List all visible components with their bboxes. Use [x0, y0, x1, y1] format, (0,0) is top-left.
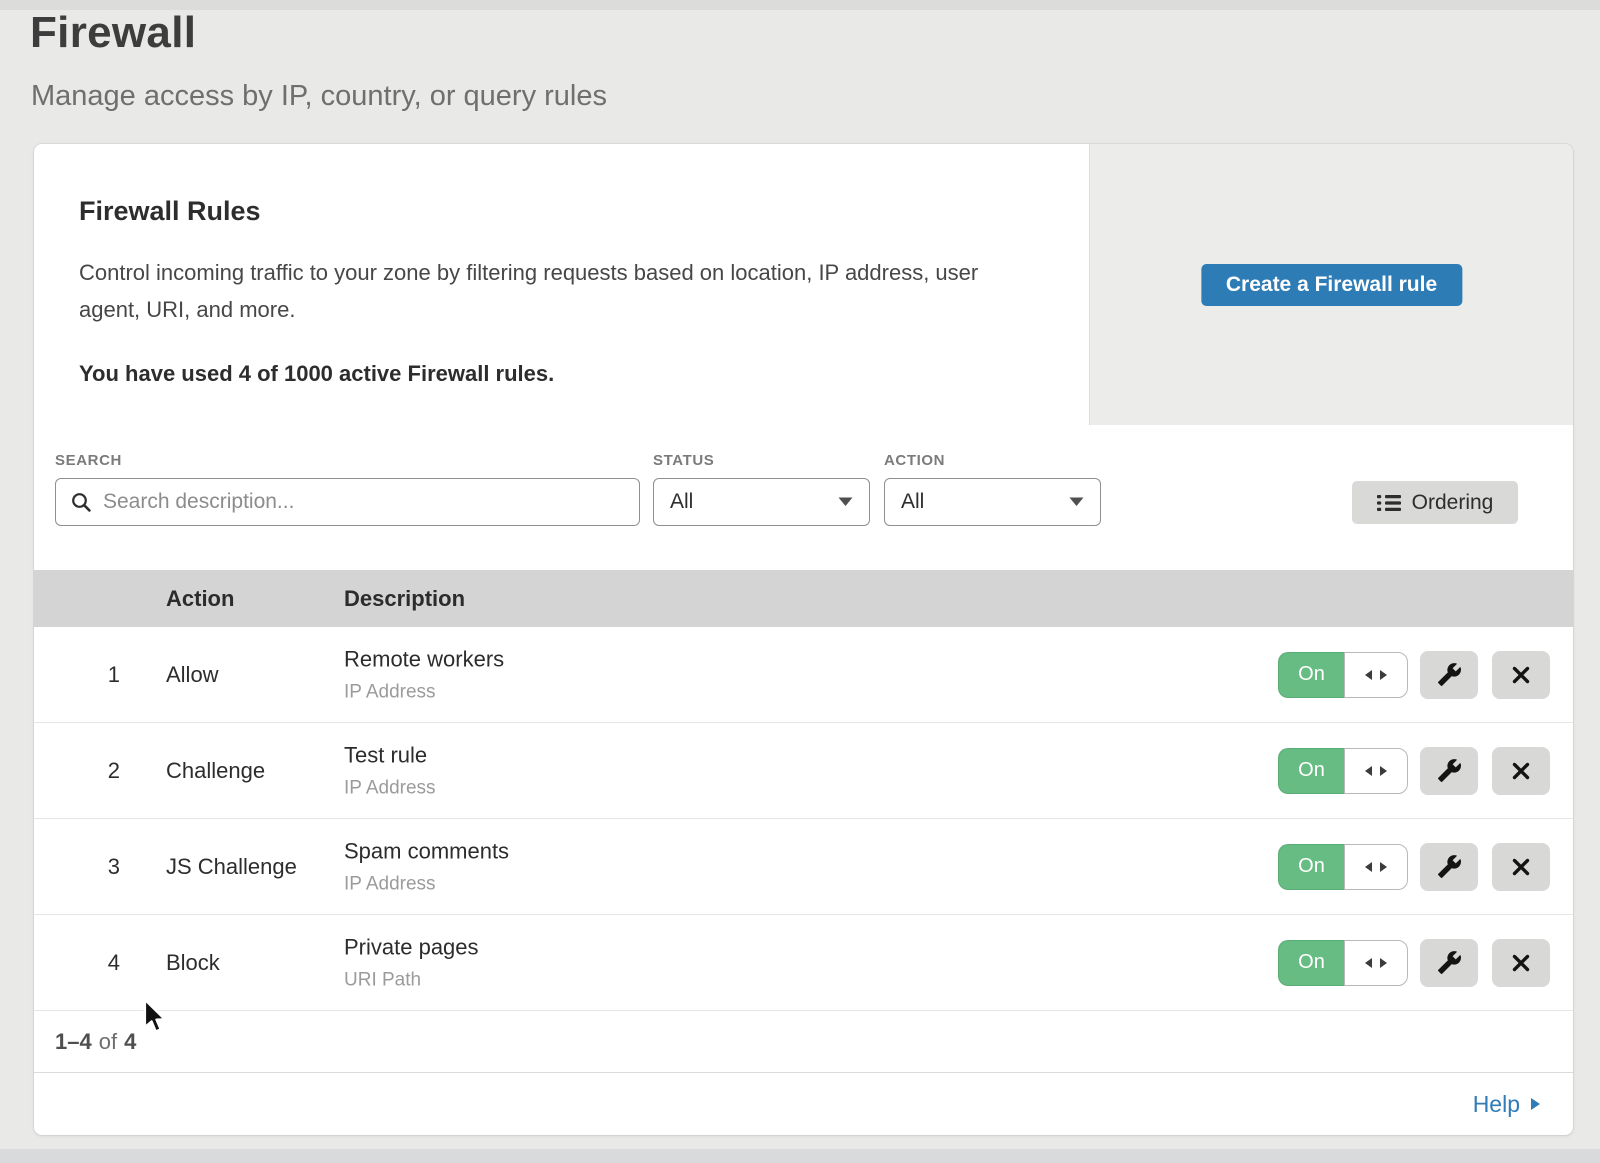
- firewall-rules-description: Control incoming traffic to your zone by…: [79, 254, 1039, 328]
- wrench-icon: [1437, 854, 1462, 879]
- left-right-arrows-icon: [1364, 861, 1388, 873]
- rule-enabled-toggle[interactable]: On: [1278, 940, 1408, 986]
- search-label: SEARCH: [55, 452, 122, 469]
- ordering-button-label: Ordering: [1412, 491, 1494, 515]
- filters-bar: SEARCH STATUS All ACTION All: [34, 425, 1573, 570]
- rule-action: Allow: [166, 662, 219, 688]
- edit-rule-button[interactable]: [1420, 843, 1478, 891]
- rule-description: Remote workers: [344, 646, 504, 672]
- page-subtitle: Manage access by IP, country, or query r…: [31, 80, 607, 113]
- chevron-down-icon: [1069, 497, 1084, 507]
- page-title: Firewall: [30, 8, 196, 58]
- toggle-on-segment[interactable]: On: [1278, 652, 1344, 698]
- firewall-rules-usage: You have used 4 of 1000 active Firewall …: [79, 361, 1044, 387]
- help-link[interactable]: Help: [1473, 1091, 1541, 1118]
- chevron-down-icon: [838, 497, 853, 507]
- help-link-label: Help: [1473, 1091, 1520, 1118]
- status-label: STATUS: [653, 452, 714, 469]
- search-icon: [70, 491, 92, 513]
- rule-match-type: URI Path: [344, 969, 479, 991]
- toggle-on-segment[interactable]: On: [1278, 844, 1344, 890]
- status-select[interactable]: All: [653, 478, 870, 526]
- toggle-on-segment[interactable]: On: [1278, 748, 1344, 794]
- search-field[interactable]: [55, 478, 640, 526]
- toggle-handle-segment[interactable]: [1344, 940, 1408, 986]
- wrench-icon: [1437, 758, 1462, 783]
- column-header-action: Action: [166, 586, 234, 612]
- pagination-total: 4: [124, 1029, 136, 1055]
- toggle-on-segment[interactable]: On: [1278, 940, 1344, 986]
- window-top-edge: [0, 0, 1600, 10]
- rule-enabled-toggle[interactable]: On: [1278, 652, 1408, 698]
- rule-action: JS Challenge: [166, 854, 297, 880]
- action-select[interactable]: All: [884, 478, 1101, 526]
- left-right-arrows-icon: [1364, 669, 1388, 681]
- rule-enabled-toggle[interactable]: On: [1278, 844, 1408, 890]
- caret-right-icon: [1530, 1097, 1541, 1111]
- close-icon: [1511, 665, 1531, 685]
- rule-description: Private pages: [344, 934, 479, 960]
- window-bottom-edge: [0, 1149, 1600, 1163]
- rule-priority: 3: [60, 854, 120, 880]
- table-header: Action Description: [34, 570, 1573, 627]
- search-input[interactable]: [103, 490, 625, 514]
- toggle-handle-segment[interactable]: [1344, 748, 1408, 794]
- wrench-icon: [1437, 950, 1462, 975]
- card-header-text: Firewall Rules Control incoming traffic …: [34, 144, 1044, 387]
- edit-rule-button[interactable]: [1420, 747, 1478, 795]
- column-header-description: Description: [344, 586, 465, 612]
- card-footer: Help: [34, 1073, 1573, 1135]
- rule-priority: 4: [60, 950, 120, 976]
- wrench-icon: [1437, 662, 1462, 687]
- rule-enabled-toggle[interactable]: On: [1278, 748, 1408, 794]
- close-icon: [1511, 857, 1531, 877]
- rule-description-block: Private pages URI Path: [344, 934, 479, 991]
- toggle-handle-segment[interactable]: [1344, 652, 1408, 698]
- rule-action: Challenge: [166, 758, 265, 784]
- firewall-rules-heading: Firewall Rules: [79, 196, 1044, 227]
- rule-priority: 2: [60, 758, 120, 784]
- firewall-rules-card: Firewall Rules Control incoming traffic …: [34, 144, 1573, 1135]
- action-label: ACTION: [884, 452, 945, 469]
- rule-description-block: Remote workers IP Address: [344, 646, 504, 703]
- rule-description: Test rule: [344, 742, 436, 768]
- action-select-value: All: [901, 490, 924, 514]
- create-firewall-rule-button[interactable]: Create a Firewall rule: [1201, 264, 1462, 306]
- delete-rule-button[interactable]: [1492, 939, 1550, 987]
- ordering-button[interactable]: Ordering: [1352, 481, 1518, 524]
- toggle-handle-segment[interactable]: [1344, 844, 1408, 890]
- pagination-of: of: [99, 1029, 117, 1055]
- close-icon: [1511, 761, 1531, 781]
- card-header-side-panel: Create a Firewall rule: [1089, 144, 1573, 425]
- rule-action: Block: [166, 950, 220, 976]
- left-right-arrows-icon: [1364, 957, 1388, 969]
- delete-rule-button[interactable]: [1492, 651, 1550, 699]
- rule-match-type: IP Address: [344, 777, 436, 799]
- table-row: 4 Block Private pages URI Path On: [34, 915, 1573, 1011]
- left-right-arrows-icon: [1364, 765, 1388, 777]
- rule-description-block: Spam comments IP Address: [344, 838, 509, 895]
- rule-description: Spam comments: [344, 838, 509, 864]
- edit-rule-button[interactable]: [1420, 651, 1478, 699]
- page-background: { "page": { "title": "Firewall", "subtit…: [0, 0, 1600, 1163]
- table-row: 3 JS Challenge Spam comments IP Address …: [34, 819, 1573, 915]
- delete-rule-button[interactable]: [1492, 747, 1550, 795]
- status-select-value: All: [670, 490, 693, 514]
- table-row: 1 Allow Remote workers IP Address On: [34, 627, 1573, 723]
- rule-description-block: Test rule IP Address: [344, 742, 436, 799]
- table-row: 2 Challenge Test rule IP Address On: [34, 723, 1573, 819]
- rule-match-type: IP Address: [344, 873, 509, 895]
- pagination-summary: 1–4 of 4: [34, 1011, 1573, 1073]
- close-icon: [1511, 953, 1531, 973]
- rule-match-type: IP Address: [344, 681, 504, 703]
- list-icon: [1377, 493, 1401, 513]
- card-header: Firewall Rules Control incoming traffic …: [34, 144, 1573, 425]
- pagination-range: 1–4: [55, 1029, 92, 1055]
- edit-rule-button[interactable]: [1420, 939, 1478, 987]
- delete-rule-button[interactable]: [1492, 843, 1550, 891]
- rule-priority: 1: [60, 662, 120, 688]
